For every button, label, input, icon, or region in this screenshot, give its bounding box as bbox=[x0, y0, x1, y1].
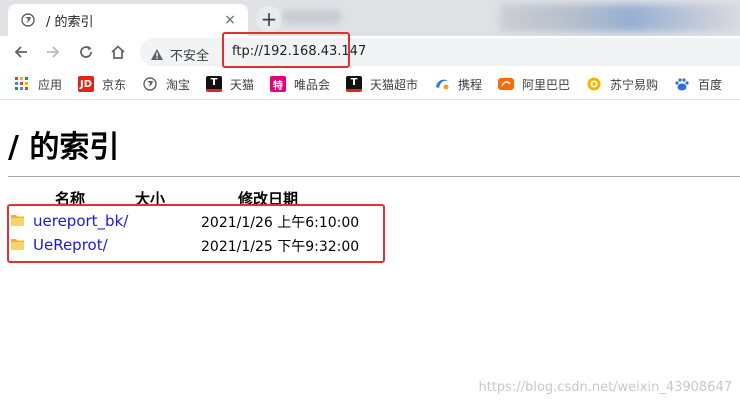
arrow-left-icon bbox=[14, 46, 27, 58]
watermark: https://blog.csdn.net/weixin_43908647 bbox=[478, 380, 732, 395]
bookmark-vip[interactable]: 特 唯品会 bbox=[270, 76, 330, 92]
bookmark-label: 天猫超市 bbox=[370, 77, 419, 92]
bookmark-alibaba[interactable]: 阿里巴巴 bbox=[498, 76, 570, 92]
jd-icon: JD bbox=[78, 76, 94, 92]
blurred-tab-title bbox=[282, 10, 342, 24]
baidu-icon bbox=[674, 76, 690, 92]
bookmarks-bar: 应用 JD 京东 淘宝 T 天猫 特 唯品会 T 天猫超市 携程 阿里巴巴 苏宁… bbox=[0, 68, 740, 100]
divider bbox=[8, 176, 740, 177]
globe-icon bbox=[20, 12, 36, 28]
bookmark-tmall-market[interactable]: T 天猫超市 bbox=[346, 76, 418, 92]
arrow-right-icon bbox=[47, 46, 60, 58]
forward-button[interactable] bbox=[42, 41, 64, 63]
bookmark-label: 苏宁易购 bbox=[610, 77, 659, 92]
globe-icon bbox=[142, 76, 158, 92]
tmall-market-icon: T bbox=[346, 76, 362, 92]
tmall-icon: T bbox=[206, 76, 222, 92]
apps-grid-icon bbox=[14, 76, 30, 92]
bookmark-label: 京东 bbox=[102, 77, 127, 92]
bookmark-label: 携程 bbox=[458, 77, 483, 92]
reload-button[interactable] bbox=[75, 41, 97, 63]
browser-toolbar: 不安全 ftp://192.168.43.147 bbox=[0, 36, 740, 68]
bookmark-label: 百度 bbox=[698, 77, 723, 92]
bookmark-apps[interactable]: 应用 bbox=[14, 76, 62, 92]
tab-title: / 的索引 bbox=[46, 14, 94, 30]
ctrip-icon bbox=[434, 76, 450, 92]
url-highlight-box bbox=[222, 32, 350, 68]
reload-icon bbox=[80, 46, 92, 58]
alibaba-icon bbox=[498, 76, 514, 92]
bookmark-ctrip[interactable]: 携程 bbox=[434, 76, 482, 92]
bookmark-baidu[interactable]: 百度 bbox=[674, 76, 722, 92]
new-tab-button[interactable]: + bbox=[256, 6, 282, 32]
close-icon[interactable]: × bbox=[220, 10, 240, 30]
bookmark-suning[interactable]: 苏宁易购 bbox=[586, 76, 658, 92]
bookmark-label: 天猫 bbox=[230, 77, 255, 92]
back-button[interactable] bbox=[10, 41, 32, 63]
tab-strip: / 的索引 × + bbox=[0, 0, 740, 36]
warning-icon bbox=[151, 49, 163, 60]
page-title: / 的索引 bbox=[8, 130, 120, 165]
bookmark-label: 应用 bbox=[38, 77, 63, 92]
bookmark-taobao[interactable]: 淘宝 bbox=[142, 76, 190, 92]
suning-icon bbox=[586, 76, 602, 92]
bookmark-label: 淘宝 bbox=[166, 77, 191, 92]
bookmark-label: 唯品会 bbox=[294, 77, 331, 92]
security-chip[interactable]: 不安全 bbox=[150, 45, 209, 64]
home-button[interactable] bbox=[107, 41, 129, 63]
bookmark-tmall[interactable]: T 天猫 bbox=[206, 76, 254, 92]
vip-icon: 特 bbox=[270, 76, 286, 92]
security-label: 不安全 bbox=[170, 49, 210, 64]
rows-highlight-box bbox=[7, 204, 385, 263]
home-icon bbox=[111, 45, 125, 59]
bookmark-label: 阿里巴巴 bbox=[522, 77, 571, 92]
bookmark-jd[interactable]: JD 京东 bbox=[78, 76, 126, 92]
active-tab[interactable]: / 的索引 × bbox=[8, 4, 248, 36]
blurred-tab-area bbox=[500, 4, 740, 32]
